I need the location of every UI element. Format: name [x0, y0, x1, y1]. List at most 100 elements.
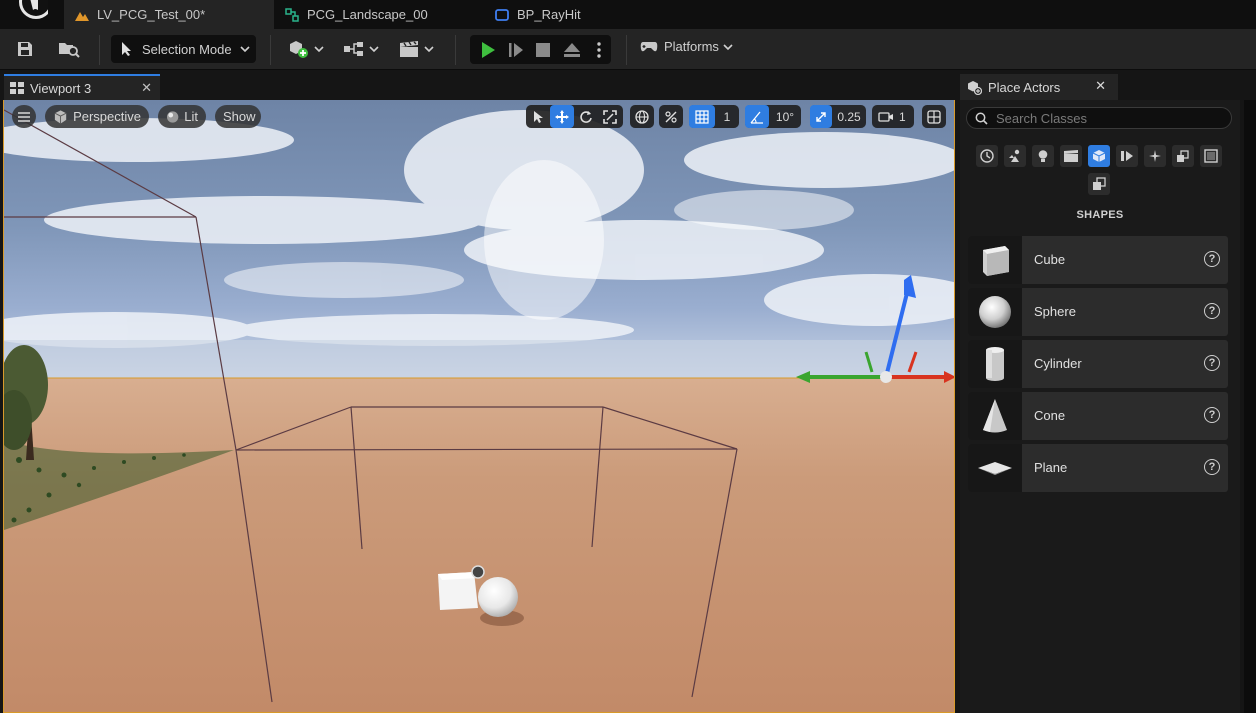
- category-basic[interactable]: [1004, 145, 1026, 167]
- category-lights[interactable]: [1032, 145, 1054, 167]
- frame-icon: [1204, 149, 1218, 163]
- main-toolbar: Selection Mode Platforms: [0, 29, 1256, 70]
- camera-speed-button[interactable]: 1: [872, 105, 914, 128]
- scale-snap-icon: [816, 111, 826, 122]
- grid-snap-toggle[interactable]: [689, 105, 715, 128]
- cube-icon: [1092, 150, 1106, 162]
- tab-level-label: LV_PCG_Test_00*: [97, 7, 206, 22]
- close-icon[interactable]: ✕: [141, 80, 152, 96]
- toolbar-divider: [270, 35, 271, 65]
- category-geometry[interactable]: [1088, 173, 1110, 195]
- platforms-dropdown[interactable]: Platforms: [640, 39, 733, 54]
- chevron-down-icon: [314, 46, 324, 53]
- scale-snap-value[interactable]: 0.25: [832, 105, 866, 128]
- rotation-snap-toggle[interactable]: [745, 105, 769, 128]
- actor-item-sphere[interactable]: Sphere ?: [968, 288, 1228, 336]
- play-icon[interactable]: [479, 41, 497, 59]
- category-cinematic[interactable]: [1060, 145, 1082, 167]
- tab-pcg-landscape[interactable]: PCG_Landscape_00: [284, 0, 484, 29]
- category-volumes[interactable]: [1144, 145, 1166, 167]
- actor-item-cone[interactable]: Cone ?: [968, 392, 1228, 440]
- grid-icon: [695, 109, 709, 124]
- surface-snapping-toggle[interactable]: [659, 105, 683, 128]
- globe-icon: [635, 109, 649, 124]
- blueprint-graph-icon: [344, 42, 363, 56]
- clapperboard-icon: [400, 41, 418, 57]
- perspective-button[interactable]: Perspective: [45, 105, 149, 128]
- world-local-toggle[interactable]: [630, 105, 654, 128]
- cinematics-button[interactable]: [398, 38, 434, 60]
- tab-place-actors[interactable]: Place Actors ✕: [960, 74, 1118, 100]
- advance-frame-icon[interactable]: [507, 42, 525, 58]
- sparkle-icon: [1149, 150, 1161, 162]
- place-actors-label: Place Actors: [988, 79, 1061, 95]
- translate-tool[interactable]: [550, 105, 574, 128]
- search-placeholder: Search Classes: [996, 110, 1088, 126]
- select-tool[interactable]: [526, 105, 550, 128]
- scale-tool[interactable]: [598, 105, 622, 128]
- section-header-shapes: SHAPES: [1076, 209, 1124, 221]
- plane-icon: [968, 444, 1022, 492]
- hamburger-icon: [18, 111, 30, 122]
- chevron-down-icon: [240, 46, 250, 53]
- grid-snap-value[interactable]: 1: [715, 105, 739, 128]
- actor-item-plane[interactable]: Plane ?: [968, 444, 1228, 492]
- panel-scrollbar[interactable]: [1244, 100, 1256, 713]
- unreal-logo-icon[interactable]: [8, 0, 53, 26]
- rotate-tool[interactable]: [574, 105, 598, 128]
- tab-viewport[interactable]: Viewport 3 ✕: [4, 74, 160, 100]
- eject-icon[interactable]: [563, 42, 581, 58]
- pcg-graph-icon: [285, 7, 299, 22]
- cursor-icon: [534, 110, 543, 123]
- search-classes-input[interactable]: Search Classes: [966, 107, 1232, 129]
- light-bulb-icon: [1038, 150, 1048, 162]
- add-actor-button[interactable]: [288, 38, 324, 60]
- help-icon[interactable]: ?: [1204, 303, 1220, 319]
- level-viewport[interactable]: Perspective Lit Show 1 10° 0.25 1: [3, 100, 955, 713]
- platforms-label: Platforms: [664, 39, 719, 54]
- rotation-snap-value[interactable]: 10°: [769, 105, 801, 128]
- viewport-layout-button[interactable]: [922, 105, 946, 128]
- selection-mode-dropdown[interactable]: Selection Mode: [111, 35, 256, 63]
- actor-item-cube[interactable]: Cube ?: [968, 236, 1228, 284]
- sphere-icon: [968, 288, 1022, 336]
- show-label: Show: [223, 109, 256, 124]
- move-icon: [555, 109, 569, 124]
- stop-icon[interactable]: [536, 43, 550, 57]
- actor-label: Cylinder: [1034, 356, 1082, 371]
- place-actors-icon: [968, 81, 982, 95]
- more-options-icon[interactable]: [596, 41, 602, 59]
- toolbar-divider: [455, 35, 456, 65]
- perspective-label: Perspective: [73, 109, 141, 124]
- chevron-down-icon: [424, 46, 434, 53]
- camera-speed-value: 1: [899, 109, 906, 124]
- content-browser-icon[interactable]: [58, 38, 80, 60]
- category-all-classes[interactable]: [1172, 145, 1194, 167]
- category-placeholder[interactable]: [1200, 145, 1222, 167]
- help-icon[interactable]: ?: [1204, 459, 1220, 475]
- cursor-icon: [122, 42, 131, 56]
- tab-pcg-label: PCG_Landscape_00: [307, 7, 428, 22]
- help-icon[interactable]: ?: [1204, 355, 1220, 371]
- tab-bp-rayhit[interactable]: BP_RayHit: [494, 0, 694, 29]
- close-icon[interactable]: ✕: [1095, 78, 1106, 94]
- help-icon[interactable]: ?: [1204, 407, 1220, 423]
- toolbar-divider: [99, 35, 100, 65]
- category-visual-effects[interactable]: [1116, 145, 1138, 167]
- save-icon[interactable]: [16, 38, 34, 60]
- scale-snap-group: 0.25: [810, 105, 866, 128]
- category-shapes[interactable]: [1088, 145, 1110, 167]
- viewport-menu-button[interactable]: [12, 105, 36, 128]
- lit-button[interactable]: Lit: [158, 105, 206, 128]
- scene-render: [4, 100, 954, 712]
- scale-snap-toggle[interactable]: [810, 105, 832, 128]
- actor-item-cylinder[interactable]: Cylinder ?: [968, 340, 1228, 388]
- viewport-tab-bar: Viewport 3 ✕: [0, 71, 958, 100]
- help-icon[interactable]: ?: [1204, 251, 1220, 267]
- viewport-layout-icon: [10, 82, 24, 94]
- category-recent[interactable]: [976, 145, 998, 167]
- show-button[interactable]: Show: [215, 105, 261, 128]
- tab-level[interactable]: LV_PCG_Test_00*: [64, 0, 274, 29]
- gamepad-icon: [640, 41, 658, 51]
- blueprints-button[interactable]: [343, 38, 379, 60]
